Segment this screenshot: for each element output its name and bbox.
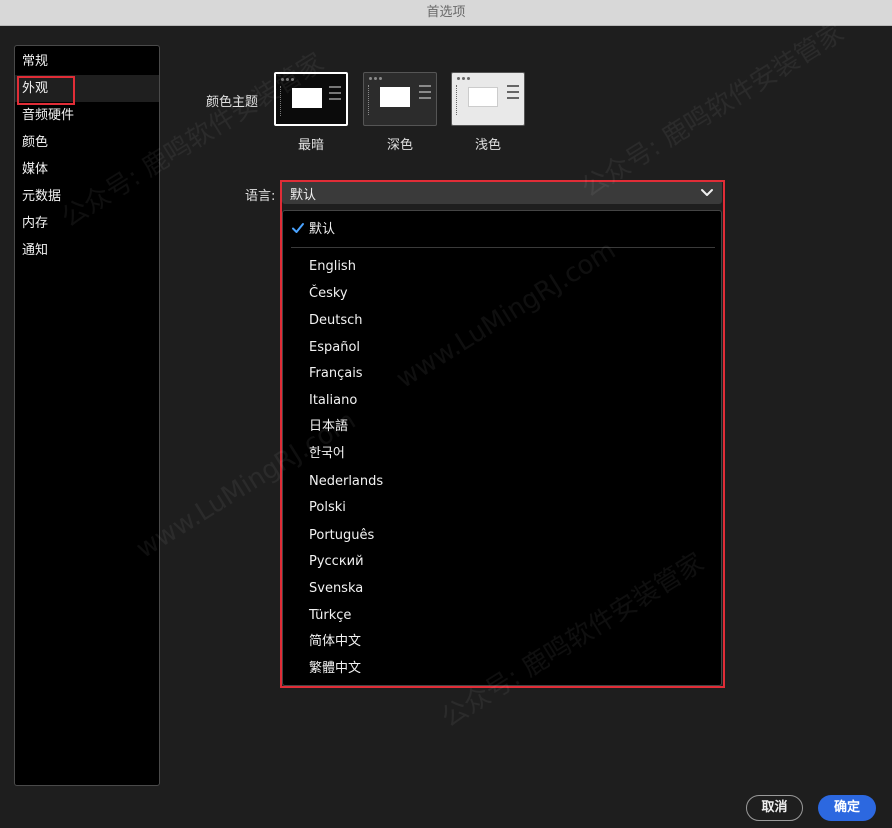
theme-option-light[interactable]: 浅色 [451,72,525,153]
language-label: 语言: [245,189,276,204]
menu-divider [291,247,715,248]
sidebar-item-memory[interactable]: 内存 [15,210,159,237]
language-option-traditional-chinese[interactable]: 繁體中文 [309,659,361,679]
window-title: 首选项 [426,5,466,20]
theme-label-light: 浅色 [474,138,501,153]
language-option-english[interactable]: English [309,257,356,277]
language-select[interactable]: 默认 [282,180,722,204]
sidebar-item-metadata[interactable]: 元数据 [15,183,159,210]
language-option-russian[interactable]: Русский [309,552,364,572]
sidebar-item-color[interactable]: 颜色 [15,129,159,156]
language-option-portuguese[interactable]: Português [309,526,374,546]
theme-label-dark: 深色 [386,138,413,153]
color-theme-label: 颜色主题 [206,95,259,110]
language-option-french[interactable]: Français [309,364,363,384]
language-option-japanese[interactable]: 日本語 [309,417,348,437]
language-option-polish[interactable]: Polski [309,498,346,518]
sidebar-item-general[interactable]: 常规 [15,48,159,75]
language-option-simplified-chinese[interactable]: 简体中文 [309,632,361,652]
watermark-text: 公众号: 鹿鸣软件安装管家 [576,17,850,204]
language-option-czech[interactable]: Česky [309,284,348,304]
language-option-swedish[interactable]: Svenska [309,579,363,599]
language-option-dutch[interactable]: Nederlands [309,472,383,492]
cancel-button[interactable]: 取消 [746,795,803,821]
language-option-italian[interactable]: Italiano [309,391,357,411]
chevron-down-icon [701,189,713,196]
language-option-default[interactable]: 默认 [309,220,335,240]
language-select-value: 默认 [290,188,317,203]
preferences-sidebar: 常规 外观 音频硬件 颜色 媒体 元数据 内存 通知 [14,45,160,786]
language-option-korean[interactable]: 한국어 [309,444,345,464]
theme-option-darkest[interactable]: 最暗 [274,72,348,153]
theme-thumbnail-light [451,72,525,126]
checkmark-icon [292,223,304,233]
theme-option-dark[interactable]: 深色 [363,72,437,153]
language-option-german[interactable]: Deutsch [309,311,363,331]
theme-label-darkest: 最暗 [297,138,324,153]
sidebar-item-notifications[interactable]: 通知 [15,237,159,264]
sidebar-item-appearance[interactable]: 外观 [15,75,159,105]
theme-thumbnail-darkest [274,72,348,126]
language-option-turkish[interactable]: Türkçe [309,606,351,626]
ok-button[interactable]: 确定 [818,795,876,821]
sidebar-item-audio-hardware[interactable]: 音频硬件 [15,102,159,129]
language-dropdown-menu: 默认 English Česky Deutsch Español Françai… [282,210,722,686]
theme-thumbnail-dark [363,72,437,126]
window-titlebar: 首选项 [0,0,892,26]
sidebar-item-media[interactable]: 媒体 [15,156,159,183]
language-option-spanish[interactable]: Español [309,338,360,358]
